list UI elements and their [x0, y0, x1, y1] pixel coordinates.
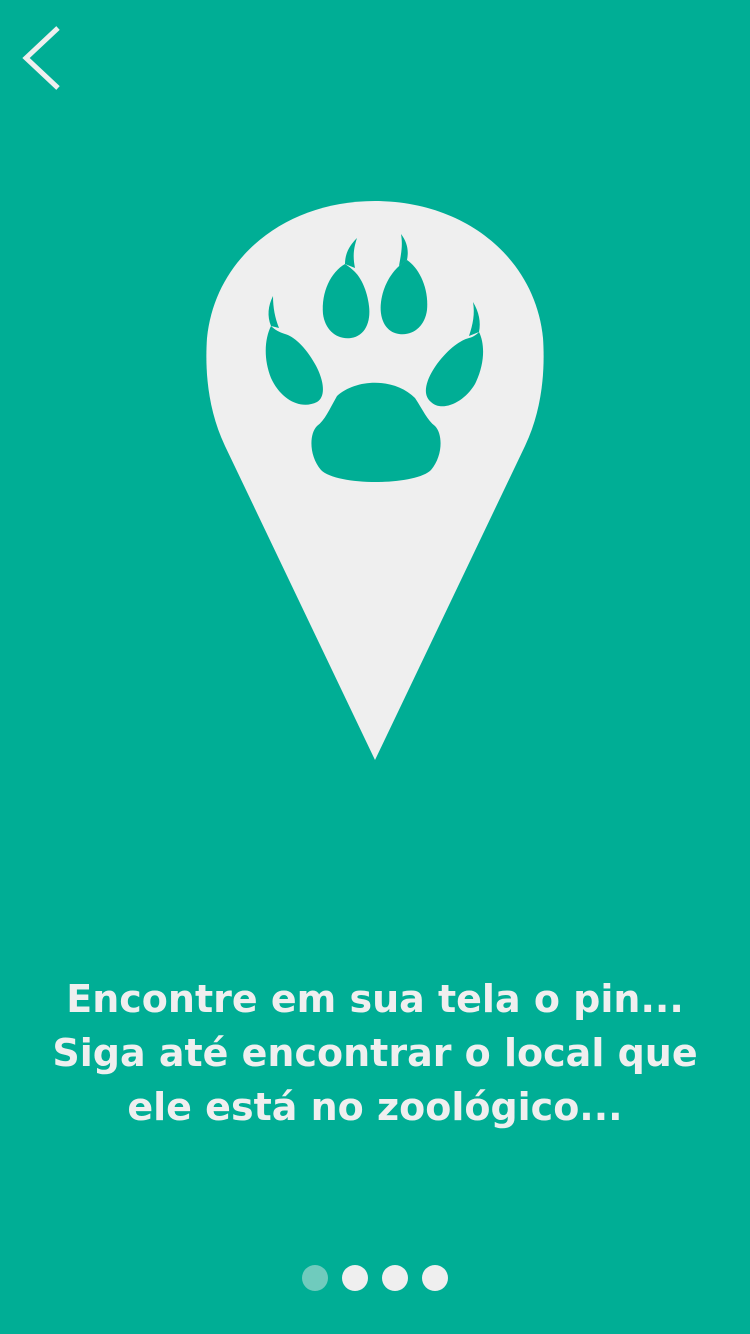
message-line-2: Siga até encontrar o local que: [52, 1031, 698, 1075]
message-line-1: Encontre em sua tela o pin...: [66, 977, 684, 1021]
chevron-left-icon: [22, 26, 60, 90]
page-dot-3[interactable]: [382, 1265, 408, 1291]
back-button[interactable]: [14, 20, 74, 96]
page-dot-1[interactable]: [302, 1265, 328, 1291]
page-dot-4[interactable]: [422, 1265, 448, 1291]
page-dot-2[interactable]: [342, 1265, 368, 1291]
map-pin-paw-icon: [205, 198, 545, 763]
page-indicator: [0, 1265, 750, 1293]
message-line-3: ele está no zoológico...: [127, 1085, 623, 1129]
onboarding-screen: Encontre em sua tela o pin... Siga até e…: [0, 0, 750, 1334]
onboarding-message: Encontre em sua tela o pin... Siga até e…: [20, 972, 730, 1134]
